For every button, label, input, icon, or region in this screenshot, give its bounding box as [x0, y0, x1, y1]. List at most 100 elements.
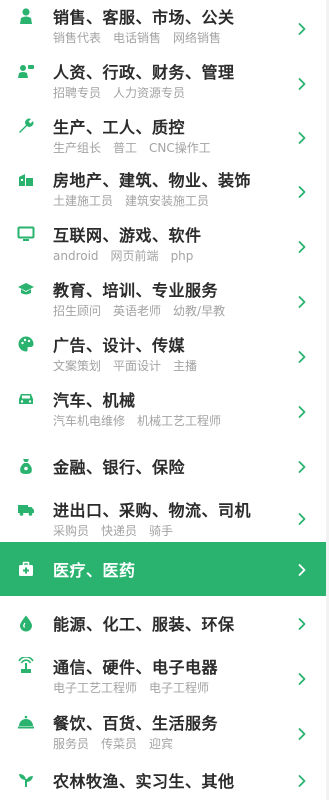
subtag[interactable]: 传菜员 — [101, 737, 137, 751]
subtag[interactable]: CNC操作工 — [149, 141, 211, 155]
subtag[interactable]: 汽车机电维修 — [53, 414, 125, 428]
chevron-right-icon — [295, 240, 309, 254]
category-title: 销售、客服、市场、公关 — [53, 8, 235, 27]
category-subtags: 招聘专员 人力资源专员 — [53, 84, 197, 101]
category-row[interactable]: 销售、客服、市场、公关 销售代表 电话销售 网络销售 — [0, 0, 329, 55]
subtag[interactable]: 销售代表 — [53, 31, 101, 45]
chevron-right-icon — [295, 460, 309, 474]
car-icon — [17, 390, 35, 408]
category-title: 金融、银行、保险 — [53, 458, 186, 477]
category-title: 汽车、机械 — [53, 391, 136, 410]
subtag[interactable]: android — [53, 249, 99, 263]
antenna-icon — [17, 657, 35, 675]
category-title: 房地产、建筑、物业、装饰 — [53, 171, 252, 190]
medical-kit-icon — [17, 560, 35, 578]
category-row[interactable]: 房地产、建筑、物业、装饰土建施工员 建筑安装施工员 — [0, 163, 329, 218]
category-title: 医疗、医药 — [53, 561, 136, 580]
subtag[interactable]: 采购员 — [53, 524, 89, 538]
subtag[interactable]: 电子工艺工程师 — [53, 681, 137, 695]
category-title: 进出口、采购、物流、司机 — [53, 501, 252, 520]
subtag[interactable]: 招生顾问 — [53, 304, 101, 318]
subtag[interactable]: 普工 — [113, 141, 137, 155]
subtag[interactable]: 快递员 — [101, 524, 137, 538]
category-subtags: 汽车机电维修 机械工艺工程师 — [53, 412, 233, 429]
category-row[interactable]: 金融、银行、保险 — [0, 438, 329, 493]
category-row[interactable]: 医疗、医药 — [0, 542, 329, 596]
palette-icon — [17, 335, 35, 353]
chevron-right-icon — [295, 185, 309, 199]
category-row[interactable]: 互联网、游戏、软件 android 网页前端 php — [0, 218, 329, 273]
category-subtags: 销售代表 电话销售 网络销售 — [53, 29, 233, 46]
category-title: 生产、工人、质控 — [53, 118, 186, 137]
category-row[interactable]: 进出口、采购、物流、司机 采购员 快递员 骑手 — [0, 493, 329, 542]
subtag[interactable]: 幼教/早教 — [173, 304, 225, 318]
subtag[interactable]: 英语老师 — [113, 304, 161, 318]
subtag[interactable]: 生产组长 — [53, 141, 101, 155]
category-row[interactable]: 人资、行政、财务、管理 招聘专员 人力资源专员 — [0, 55, 329, 110]
chevron-right-icon — [295, 295, 309, 309]
category-subtags: 服务员 传菜员 迎宾 — [53, 735, 185, 752]
cloche-icon — [17, 713, 35, 731]
category-row[interactable]: 通信、硬件、电子电器 电子工艺工程师 电子工程师 — [0, 650, 329, 706]
category-title: 互联网、游戏、软件 — [53, 226, 202, 245]
plant-icon — [17, 771, 35, 789]
subtag[interactable]: 网页前端 — [111, 249, 159, 263]
building-icon — [17, 170, 35, 188]
category-title: 人资、行政、财务、管理 — [53, 63, 235, 82]
chevron-right-icon — [295, 563, 309, 577]
person-icon — [17, 7, 35, 25]
category-title: 农林牧渔、实习生、其他 — [53, 772, 235, 791]
subtag[interactable]: 网络销售 — [173, 31, 221, 45]
category-title: 教育、培训、专业服务 — [53, 281, 219, 300]
category-subtags: android 网页前端 php — [53, 247, 205, 264]
category-subtags: 电子工艺工程师 电子工程师 — [53, 679, 221, 696]
chevron-right-icon — [295, 774, 309, 788]
subtag[interactable]: 人力资源专员 — [113, 86, 185, 100]
subtag[interactable]: 机械工艺工程师 — [137, 414, 221, 428]
category-list: 销售、客服、市场、公关 销售代表 电话销售 网络销售 人资、行政、财务、管理 招聘专员 人力… — [0, 0, 329, 800]
category-row[interactable]: 餐饮、百货、生活服务 服务员 传菜员 迎宾 — [0, 706, 329, 760]
category-row[interactable]: 农林牧渔、实习生、其他 — [0, 760, 329, 800]
chevron-right-icon — [295, 350, 309, 364]
chevron-right-icon — [295, 77, 309, 91]
subtag[interactable]: 骑手 — [149, 524, 173, 538]
chevron-right-icon — [295, 22, 309, 36]
subtag[interactable]: php — [171, 249, 194, 263]
chevron-right-icon — [295, 727, 309, 741]
category-row[interactable]: 教育、培训、专业服务招生顾问 英语老师 幼教/早教 — [0, 273, 329, 328]
category-subtags: 生产组长 普工 CNC操作工 — [53, 139, 223, 156]
chevron-right-icon — [295, 512, 309, 526]
category-row[interactable]: 广告、设计、传媒文案策划 平面设计 主播 — [0, 328, 329, 383]
people-icon — [17, 62, 35, 80]
category-title: 广告、设计、传媒 — [53, 336, 186, 355]
subtag[interactable]: 招聘专员 — [53, 86, 101, 100]
subtag[interactable]: 平面设计 — [113, 359, 161, 373]
chevron-right-icon — [295, 131, 309, 145]
category-row[interactable]: 汽车、机械汽车机电维修 机械工艺工程师 — [0, 383, 329, 438]
truck-icon — [17, 500, 35, 518]
category-title: 通信、硬件、电子电器 — [53, 658, 219, 677]
monitor-icon — [17, 225, 35, 243]
subtag[interactable]: 迎宾 — [149, 737, 173, 751]
subtag[interactable]: 土建施工员 — [53, 194, 113, 208]
chevron-right-icon — [295, 405, 309, 419]
category-title: 能源、化工、服装、环保 — [53, 615, 235, 634]
wrench-icon — [17, 117, 35, 135]
subtag[interactable]: 电子工程师 — [149, 681, 209, 695]
category-title: 餐饮、百货、生活服务 — [53, 714, 219, 733]
graduation-cap-icon — [17, 280, 35, 298]
money-bag-icon — [17, 457, 35, 475]
category-subtags: 采购员 快递员 骑手 — [53, 522, 185, 539]
category-row[interactable]: 生产、工人、质控生产组长 普工 CNC操作工 — [0, 110, 329, 163]
subtag[interactable]: 文案策划 — [53, 359, 101, 373]
drop-icon — [17, 614, 35, 632]
chevron-right-icon — [295, 672, 309, 686]
category-subtags: 文案策划 平面设计 主播 — [53, 357, 209, 374]
subtag[interactable]: 电话销售 — [113, 31, 161, 45]
subtag[interactable]: 主播 — [173, 359, 197, 373]
subtag[interactable]: 建筑安装施工员 — [125, 194, 209, 208]
subtag[interactable]: 服务员 — [53, 737, 89, 751]
chevron-right-icon — [295, 617, 309, 631]
category-row[interactable]: 能源、化工、服装、环保 — [0, 596, 329, 650]
category-subtags: 招生顾问 英语老师 幼教/早教 — [53, 302, 237, 319]
